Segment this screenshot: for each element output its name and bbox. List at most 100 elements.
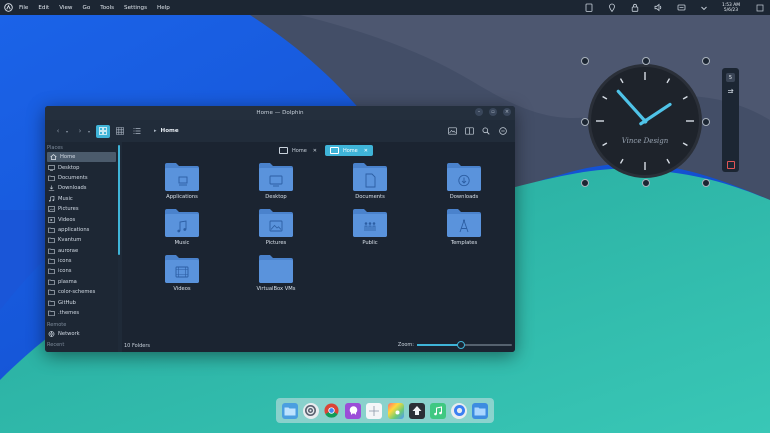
sidebar-item-downloads[interactable]: Downloads xyxy=(45,183,118,193)
compact-grid-icon xyxy=(116,127,124,135)
chrome-icon[interactable] xyxy=(324,403,340,419)
location-icon[interactable] xyxy=(608,3,617,12)
sidebar-item-icons-2[interactable]: icons xyxy=(45,266,118,276)
volume-icon[interactable] xyxy=(654,3,663,12)
resize-handle-br[interactable] xyxy=(702,179,710,187)
close-button[interactable]: × xyxy=(503,108,511,116)
zoom-slider-handle[interactable] xyxy=(456,341,465,349)
folder-item-templates[interactable]: Templates xyxy=(417,208,511,246)
sidebar-item-documents[interactable]: Documents xyxy=(45,173,118,183)
sidebar-item-pictures[interactable]: Pictures xyxy=(45,204,118,214)
tab-home-2[interactable]: Home ✕ xyxy=(324,145,373,156)
resize-handle-bl[interactable] xyxy=(581,179,589,187)
back-button[interactable]: ‹ xyxy=(52,125,64,137)
clipboard-icon[interactable] xyxy=(585,3,594,12)
tab-home-1[interactable]: Home ✕ xyxy=(274,145,322,156)
folder-item-virtualbox-vms[interactable]: VirtualBox VMs xyxy=(229,254,323,292)
analog-clock-widget[interactable]: Vince Design xyxy=(581,57,710,187)
sidebar-item-icons[interactable]: icons xyxy=(45,256,118,266)
clock-face: Vince Design xyxy=(588,64,702,178)
sidebar-item-applications[interactable]: applications xyxy=(45,225,118,235)
grid-icon xyxy=(99,127,107,135)
folder-label: Templates xyxy=(450,240,478,246)
top-panel: File Edit View Go Tools Settings Help 1:… xyxy=(0,0,770,15)
inkscape-icon[interactable] xyxy=(408,402,425,419)
sidebar-scrollbar[interactable] xyxy=(118,145,120,255)
search-icon[interactable] xyxy=(480,125,492,137)
resize-handle-tl[interactable] xyxy=(581,57,589,65)
folder-item-public[interactable]: Public xyxy=(323,208,417,246)
details-view-button[interactable] xyxy=(130,125,144,138)
sidebar-item-music[interactable]: Music xyxy=(45,194,118,204)
menu-icon[interactable] xyxy=(497,125,509,137)
github-icon[interactable] xyxy=(345,402,362,419)
files-icon[interactable] xyxy=(281,402,298,419)
settings-icon[interactable] xyxy=(302,402,319,419)
resize-handle-l[interactable] xyxy=(581,118,589,126)
folder-item-videos[interactable]: Videos xyxy=(135,254,229,292)
breadcrumb[interactable]: ▸ Home xyxy=(154,128,179,134)
folder-item-desktop[interactable]: Desktop xyxy=(229,162,323,200)
sidebar-item-github[interactable]: GitHub xyxy=(45,297,118,307)
sidebar-item-videos[interactable]: Videos xyxy=(45,214,118,224)
breadcrumb-home[interactable]: Home xyxy=(161,128,179,134)
folder-item-pictures[interactable]: Pictures xyxy=(229,208,323,246)
color-picker-icon[interactable] xyxy=(387,402,404,419)
screenshot-icon[interactable] xyxy=(366,402,383,419)
sidebar-item-home[interactable]: Home xyxy=(47,152,116,163)
folder-icon xyxy=(165,209,199,237)
zoom-control: Zoom: xyxy=(398,341,512,349)
forward-button[interactable]: › xyxy=(74,125,86,137)
notifications-icon[interactable] xyxy=(677,3,686,12)
sidebar-item-desktop[interactable]: Desktop xyxy=(45,162,118,172)
folder-item-applications[interactable]: Applications xyxy=(135,162,229,200)
show-desktop-icon[interactable] xyxy=(755,3,764,12)
forward-history-dropdown[interactable]: ▾ xyxy=(86,125,92,137)
system-tray: 1:53 AM 5/6/23 xyxy=(578,0,770,15)
resize-handle-r[interactable] xyxy=(702,118,710,126)
sidebar-item-kvantum[interactable]: Kvantum xyxy=(45,235,118,245)
folder-icon xyxy=(329,147,339,154)
sidebar-item-plasma[interactable]: plasma xyxy=(45,277,118,287)
folder-item-documents[interactable]: Documents xyxy=(323,162,417,200)
zoom-slider[interactable] xyxy=(417,341,512,349)
menu-file[interactable]: File xyxy=(19,5,28,11)
resize-handle-tr[interactable] xyxy=(702,57,710,65)
widget-badge[interactable]: 5 xyxy=(726,73,735,82)
menu-go[interactable]: Go xyxy=(83,5,91,11)
remove-widget-icon[interactable] xyxy=(727,161,735,169)
sidebar-item-aurorae[interactable]: aurorae xyxy=(45,246,118,256)
back-history-dropdown[interactable]: ▾ xyxy=(64,125,70,137)
sidebar-item-color-schemes[interactable]: color-schemes xyxy=(45,287,118,297)
sidebar-item-themes[interactable]: .themes xyxy=(45,308,118,318)
folder-item-music[interactable]: Music xyxy=(135,208,229,246)
folder-icon xyxy=(48,268,55,275)
resize-handle-b[interactable] xyxy=(642,179,650,187)
music-icon[interactable] xyxy=(429,402,446,419)
menu-edit[interactable]: Edit xyxy=(38,5,49,11)
menu-help[interactable]: Help xyxy=(157,5,170,11)
app-launcher-icon[interactable] xyxy=(4,3,13,12)
browser-icon[interactable] xyxy=(451,402,468,419)
rotate-icon[interactable] xyxy=(726,87,735,95)
digital-clock[interactable]: 1:53 AM 5/6/23 xyxy=(722,3,740,13)
sidebar-item-network[interactable]: Network xyxy=(45,329,118,339)
folder-label: Applications xyxy=(166,194,198,200)
menu-settings[interactable]: Settings xyxy=(124,5,147,11)
close-tab-icon[interactable]: ✕ xyxy=(364,148,368,154)
split-view-icon[interactable] xyxy=(463,125,475,137)
resize-handle-t[interactable] xyxy=(642,57,650,65)
menu-view[interactable]: View xyxy=(59,5,72,11)
folder-icon[interactable] xyxy=(472,402,489,419)
lock-icon[interactable] xyxy=(631,3,640,12)
compact-view-button[interactable] xyxy=(113,125,127,138)
minimize-button[interactable]: – xyxy=(475,108,483,116)
close-tab-icon[interactable]: ✕ xyxy=(313,148,317,154)
window-titlebar[interactable]: Home — Dolphin – ▫ × xyxy=(45,106,515,120)
chevron-down-icon[interactable] xyxy=(700,3,709,12)
maximize-button[interactable]: ▫ xyxy=(489,108,497,116)
preview-icon[interactable] xyxy=(446,125,458,137)
folder-item-downloads[interactable]: Downloads xyxy=(417,162,511,200)
icons-view-button[interactable] xyxy=(96,124,110,138)
menu-tools[interactable]: Tools xyxy=(100,5,114,11)
